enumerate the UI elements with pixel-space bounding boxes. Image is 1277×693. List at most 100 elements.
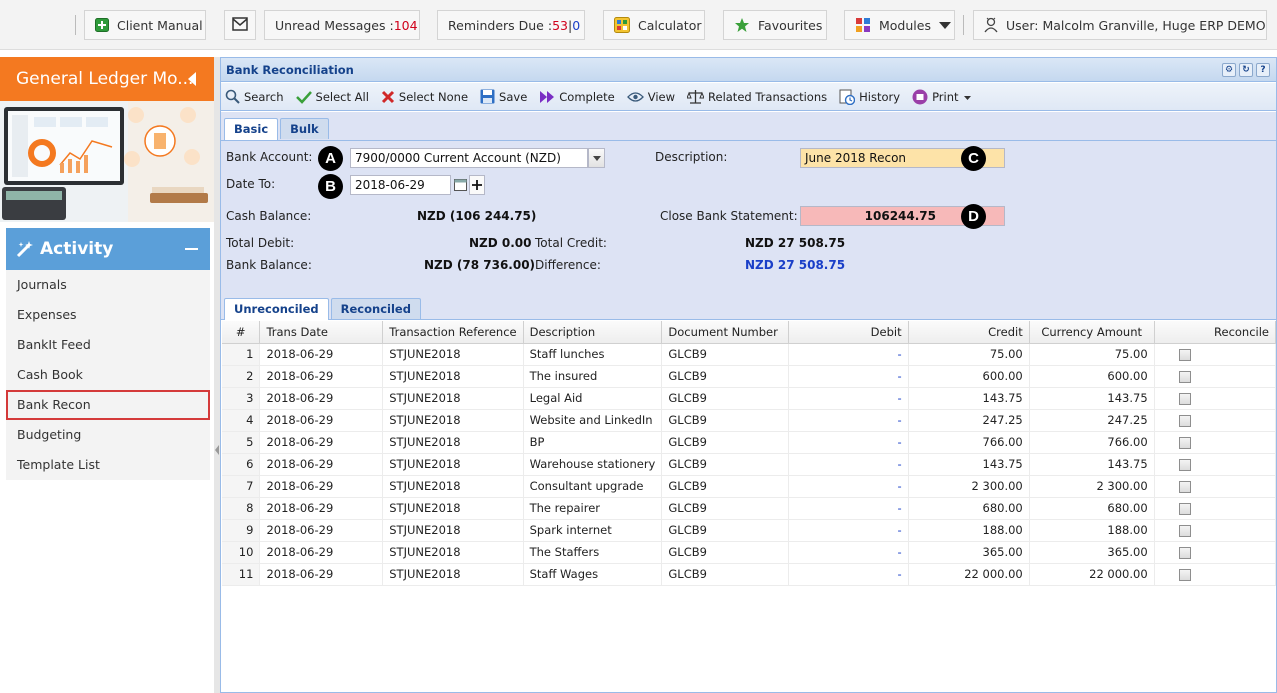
col-header-credit[interactable]: Credit — [908, 321, 1030, 344]
table-row[interactable]: 3 2018-06-29 STJUNE2018 Legal Aid GLCB9-143.… — [222, 387, 1277, 410]
refresh-icon[interactable]: ↻ — [1239, 63, 1253, 77]
bank-account-dropdown-icon[interactable] — [588, 148, 605, 168]
search-button[interactable]: Search — [225, 89, 284, 104]
tab-unreconciled[interactable]: Unreconciled — [224, 298, 329, 320]
messages-icon-button[interactable] — [224, 10, 256, 40]
sidebar-item-bank-recon[interactable]: Bank Recon — [6, 390, 210, 420]
currency-amount-cell: 600.00 — [1029, 365, 1155, 388]
activity-header[interactable]: Activity — [6, 228, 210, 270]
reconcile-cell — [1154, 343, 1277, 366]
user-menu-dropdown[interactable]: User: Malcolm Granville, Huge ERP DEMO — [973, 10, 1267, 40]
date-to-field[interactable]: 2018-06-29 — [350, 175, 451, 195]
debit-cell: - — [788, 541, 909, 564]
col-header-reconcile[interactable]: Reconcile — [1154, 321, 1277, 344]
table-row[interactable]: 2 2018-06-29 STJUNE2018 The insured GLCB9-60… — [222, 365, 1277, 388]
top-bar: Client Manual Unread Messages : 104 Remi… — [0, 0, 1277, 50]
calculator-button[interactable]: Calculator — [603, 10, 705, 40]
reconcile-checkbox[interactable] — [1178, 348, 1191, 361]
view-button[interactable]: View — [626, 90, 675, 104]
reconcile-cell — [1154, 563, 1277, 586]
collapse-left-icon[interactable] — [188, 72, 196, 86]
table-row[interactable]: 5 2018-06-29 STJUNE2018 BP GLCB9-766.00 766.0… — [222, 431, 1277, 454]
reconcile-checkbox[interactable] — [1178, 436, 1191, 449]
document-number-cell: GLCB9 — [661, 519, 789, 542]
grid-tabs: Unreconciled Reconciled — [224, 298, 423, 320]
reconcile-checkbox[interactable] — [1178, 414, 1191, 427]
history-button[interactable]: History — [839, 89, 900, 105]
col-header-currency-amount[interactable]: Currency Amount — [1029, 321, 1155, 344]
modules-dropdown[interactable]: Modules — [844, 10, 955, 40]
settings-gear-icon[interactable]: ⚙ — [1222, 63, 1236, 77]
reconcile-checkbox[interactable] — [1178, 524, 1191, 537]
sidebar-item-cash-book[interactable]: Cash Book — [6, 360, 210, 390]
currency-amount-cell: 22 000.00 — [1029, 563, 1155, 586]
favourites-button[interactable]: Favourites — [723, 10, 827, 40]
sidebar-item-budgeting[interactable]: Budgeting — [6, 420, 210, 450]
reminders-button[interactable]: Reminders Due : 53 | 0 — [437, 10, 585, 40]
reconcile-cell — [1154, 365, 1277, 388]
reconcile-checkbox[interactable] — [1178, 502, 1191, 515]
table-row[interactable]: 10 2018-06-29 STJUNE2018 The Staffers GLCB9-… — [222, 541, 1277, 564]
col-header-debit[interactable]: Debit — [788, 321, 909, 344]
row-number: 3 — [222, 387, 261, 410]
sidebar-item-bankit-feed[interactable]: BankIt Feed — [6, 330, 210, 360]
collapse-arrow-icon[interactable] — [215, 445, 219, 455]
save-button[interactable]: Save — [480, 89, 527, 104]
table-row[interactable]: 11 2018-06-29 STJUNE2018 Staff Wages GLCB9-2… — [222, 563, 1277, 586]
calendar-icon[interactable] — [452, 175, 468, 195]
table-row[interactable]: 9 2018-06-29 STJUNE2018 Spark internet GLCB9… — [222, 519, 1277, 542]
add-plus-icon[interactable] — [469, 175, 485, 195]
reconcile-checkbox[interactable] — [1178, 458, 1191, 471]
col-header-transaction-reference[interactable]: Transaction Reference — [382, 321, 524, 344]
debit-cell: - — [788, 431, 909, 454]
tab-basic[interactable]: Basic — [224, 118, 279, 140]
sidebar: General Ledger Mo... Activity Journals E… — [0, 57, 214, 693]
sidebar-item-template-list[interactable]: Template List — [6, 450, 210, 480]
table-row[interactable]: 8 2018-06-29 STJUNE2018 The repairer GLCB9-6… — [222, 497, 1277, 520]
document-number-cell: GLCB9 — [661, 453, 789, 476]
related-transactions-button[interactable]: Related Transactions — [687, 89, 827, 104]
unread-messages-button[interactable]: Unread Messages : 104 — [264, 10, 420, 40]
client-manual-button[interactable]: Client Manual — [84, 10, 206, 40]
select-none-button[interactable]: Select None — [381, 90, 468, 104]
sidebar-item-expenses[interactable]: Expenses — [6, 300, 210, 330]
module-header[interactable]: General Ledger Mo... — [0, 57, 214, 101]
document-number-cell: GLCB9 — [661, 541, 789, 564]
select-all-button[interactable]: Select All — [295, 90, 369, 104]
col-header-document-number[interactable]: Document Number — [661, 321, 789, 344]
description-cell: BP — [523, 431, 663, 454]
description-cell: Legal Aid — [523, 387, 663, 410]
document-number-cell: GLCB9 — [661, 387, 789, 410]
scales-icon — [687, 89, 705, 104]
reconcile-checkbox[interactable] — [1178, 392, 1191, 405]
print-dropdown-button[interactable]: Print — [912, 89, 971, 105]
favourites-label: Favourites — [758, 17, 823, 33]
date-to-label: Date To: — [226, 177, 276, 191]
tab-bulk[interactable]: Bulk — [280, 118, 329, 139]
bank-account-combo[interactable]: 7900/0000 Current Account (NZD) — [350, 148, 588, 168]
collapse-minus-icon[interactable] — [185, 248, 198, 250]
help-icon[interactable]: ? — [1256, 63, 1270, 77]
table-row[interactable]: 7 2018-06-29 STJUNE2018 Consultant upgrade G… — [222, 475, 1277, 498]
reconcile-checkbox[interactable] — [1178, 370, 1191, 383]
red-x-icon — [381, 90, 395, 104]
credit-cell: 365.00 — [908, 541, 1030, 564]
col-header-number[interactable]: # — [222, 321, 261, 344]
col-header-trans-date[interactable]: Trans Date — [259, 321, 384, 344]
table-row[interactable]: 4 2018-06-29 STJUNE2018 Website and LinkedI… — [222, 409, 1277, 432]
reconcile-cell — [1154, 453, 1277, 476]
module-title: General Ledger Mo... — [16, 69, 194, 89]
reconcile-checkbox[interactable] — [1178, 568, 1191, 581]
tab-reconciled[interactable]: Reconciled — [330, 298, 421, 319]
reference-cell: STJUNE2018 — [382, 475, 524, 498]
reconcile-checkbox[interactable] — [1178, 546, 1191, 559]
document-number-cell: GLCB9 — [661, 365, 789, 388]
reconcile-checkbox[interactable] — [1178, 480, 1191, 493]
sidebar-item-journals[interactable]: Journals — [6, 270, 210, 300]
table-row[interactable]: 6 2018-06-29 STJUNE2018 Warehouse stationer… — [222, 453, 1277, 476]
col-header-description[interactable]: Description — [523, 321, 663, 344]
bank-account-label: Bank Account: — [226, 150, 313, 164]
table-row[interactable]: 1 2018-06-29 STJUNE2018 Staff lunches GLCB9-… — [222, 343, 1277, 366]
complete-button[interactable]: Complete — [539, 90, 615, 104]
plus-box-icon — [95, 18, 109, 32]
